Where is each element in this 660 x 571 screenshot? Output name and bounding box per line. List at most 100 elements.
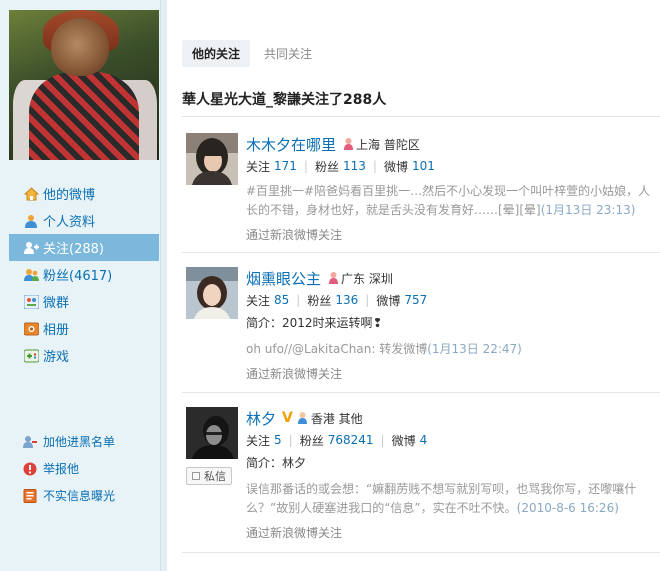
post-time-link[interactable]: (1月13日 23:13) — [541, 203, 636, 217]
fans-label: 粉丝 — [314, 159, 339, 174]
latest-post: oh ufo//@LakitaChan: 转发微博(1月13日 22:47) — [246, 340, 660, 359]
blacklist-link[interactable]: 加他进黑名单 — [9, 428, 159, 455]
weibo-label: 微博 — [383, 159, 408, 174]
follow-count[interactable]: 5 — [274, 433, 282, 447]
sidebar-item-label: 个人资料 — [43, 215, 96, 230]
intro-text: 2012时来运转啊❢ — [282, 316, 383, 330]
user-location: 上海 普陀区 — [356, 137, 420, 152]
sidebar-item-game[interactable]: 游戏 — [9, 342, 159, 369]
intro-prefix: 简介： — [246, 316, 283, 330]
fans-label: 粉丝 — [307, 293, 332, 308]
sidebar-nav: 他的微博 个人资料 关注(288) 粉丝(4617) 微群 相册 游戏 — [9, 180, 159, 369]
post-time-link[interactable]: (1月13日 22:47) — [427, 342, 522, 356]
intro-text: 林夕 — [282, 456, 307, 470]
weibo-count[interactable]: 101 — [412, 159, 435, 173]
sidebar-item-label: 相册 — [43, 323, 70, 338]
user-name[interactable]: 木木夕在哪里 — [246, 134, 336, 155]
via-source[interactable]: 通过新浪微博关注 — [246, 226, 660, 243]
user-name[interactable]: 烟熏眼公主 — [246, 268, 321, 289]
weibo-label: 微博 — [391, 433, 416, 448]
sidebar-item-follow[interactable]: 关注(288) — [9, 234, 159, 261]
rumor-label: 不实信息曝光 — [43, 489, 116, 503]
verified-icon: V — [282, 410, 293, 426]
tab-his-follows[interactable]: 他的关注 — [182, 39, 251, 67]
female-icon — [342, 137, 354, 151]
page-title: 華人星光大道_黎謙关注了288人 — [182, 92, 387, 108]
avatar[interactable] — [186, 133, 238, 185]
profile-photo[interactable] — [9, 10, 159, 160]
post-line: oh ufo//@LakitaChan: 转发微博 — [246, 342, 428, 356]
weibo-label: 微博 — [376, 293, 401, 308]
sidebar-item-label: 微群 — [43, 296, 70, 311]
sidebar: 他的微博 个人资料 关注(288) 粉丝(4617) 微群 相册 游戏 加他进黑… — [0, 0, 160, 571]
sidebar-item-group[interactable]: 微群 — [9, 288, 159, 315]
report-link[interactable]: 举报他 — [9, 455, 159, 482]
fans-icon — [23, 267, 39, 283]
entry-content: 木木夕在哪里 上海 普陀区 关注 171 | 粉丝 113 | 微博 101 #百里挑… — [246, 133, 660, 243]
rumor-link[interactable]: 不实信息曝光 — [9, 482, 159, 509]
home-icon — [23, 186, 39, 202]
blacklist-icon — [23, 435, 37, 449]
post-line: #百里挑一#陪爸妈看百里挑一…然后不小心发现一个叫叶梓萱的小姑娘，人 — [246, 184, 651, 198]
latest-post: #百里挑一#陪爸妈看百里挑一…然后不小心发现一个叫叶梓萱的小姑娘，人 长的不错，… — [246, 182, 660, 220]
user-stats: 关注 171 | 粉丝 113 | 微博 101 — [246, 159, 435, 174]
report-icon — [23, 462, 37, 476]
via-source[interactable]: 通过新浪微博关注 — [246, 524, 660, 541]
tab-bar: 他的关注 共同关注 — [182, 39, 322, 67]
entry-content: 林夕 V 香港 其他 关注 5 | 粉丝 768241 | 微博 4 简介：林夕 误信… — [246, 407, 660, 541]
sidebar-item-profile[interactable]: 个人资料 — [9, 207, 159, 234]
divider — [182, 116, 660, 117]
fans-label: 粉丝 — [299, 433, 324, 448]
female-icon — [327, 271, 339, 285]
checkbox-icon — [192, 472, 200, 480]
avatar[interactable] — [186, 267, 238, 319]
post-line: 误信那番话的或会想：“嫲翻苈贱不想写就别写呗，也骂我你写，还嚟嚷什 — [246, 482, 637, 496]
post-time-link[interactable]: (2010-8-6 16:26) — [517, 501, 619, 515]
sidebar-item-label: 粉丝(4617) — [43, 269, 113, 284]
weibo-count[interactable]: 4 — [420, 433, 428, 447]
post-line: 么？”故别人硬塞进我口的“信息”，实在不吐不快。 — [246, 501, 517, 515]
divider — [182, 552, 660, 553]
main-panel: 他的关注 共同关注 華人星光大道_黎謙关注了288人 木木夕在哪里 上海 普陀区 — [161, 0, 660, 571]
divider — [182, 392, 660, 393]
entry-content: 烟熏眼公主 广东 深圳 关注 85 | 粉丝 136 | 微博 757 简介：2012… — [246, 267, 660, 382]
follow-label: 关注 — [246, 433, 271, 448]
follow-label: 关注 — [246, 293, 271, 308]
sidebar-item-label: 他的微博 — [43, 188, 96, 203]
divider — [182, 252, 660, 253]
user-location: 广东 深圳 — [341, 271, 393, 286]
album-icon — [23, 321, 39, 337]
avatar[interactable] — [186, 407, 238, 459]
weibo-count[interactable]: 757 — [404, 293, 427, 307]
fans-count[interactable]: 768241 — [328, 433, 374, 447]
intro-prefix: 简介： — [246, 456, 283, 470]
male-icon — [297, 411, 309, 425]
sidebar-tools: 加他进黑名单 举报他 不实信息曝光 — [9, 428, 159, 509]
via-source[interactable]: 通过新浪微博关注 — [246, 365, 660, 382]
rumor-icon — [23, 488, 37, 503]
fans-count[interactable]: 136 — [335, 293, 358, 307]
follow-count[interactable]: 85 — [274, 293, 289, 307]
follow-count[interactable]: 171 — [274, 159, 297, 173]
profile-icon — [23, 213, 39, 229]
follow-icon — [23, 240, 39, 256]
user-location: 香港 其他 — [310, 411, 363, 426]
direct-message-button[interactable]: 私信 — [186, 467, 232, 485]
sidebar-item-label: 关注(288) — [43, 242, 104, 257]
post-line: 长的不错，身材也好，就是舌头没有发育好……[晕][晕] — [246, 203, 541, 217]
sidebar-item-home[interactable]: 他的微博 — [9, 180, 159, 207]
game-icon — [23, 348, 39, 364]
report-label: 举报他 — [43, 462, 80, 476]
user-intro: 简介：林夕 — [246, 454, 660, 472]
user-stats: 关注 85 | 粉丝 136 | 微博 757 — [246, 293, 428, 308]
sidebar-item-fans[interactable]: 粉丝(4617) — [9, 261, 159, 288]
user-name[interactable]: 林夕 — [246, 408, 276, 429]
dm-label: 私信 — [204, 470, 226, 483]
fans-count[interactable]: 113 — [343, 159, 366, 173]
follow-label: 关注 — [246, 159, 271, 174]
user-stats: 关注 5 | 粉丝 768241 | 微博 4 — [246, 433, 428, 448]
tab-mutual-follows[interactable]: 共同关注 — [254, 40, 322, 67]
sidebar-item-label: 游戏 — [43, 350, 70, 365]
sidebar-item-album[interactable]: 相册 — [9, 315, 159, 342]
blacklist-label: 加他进黑名单 — [43, 435, 116, 449]
